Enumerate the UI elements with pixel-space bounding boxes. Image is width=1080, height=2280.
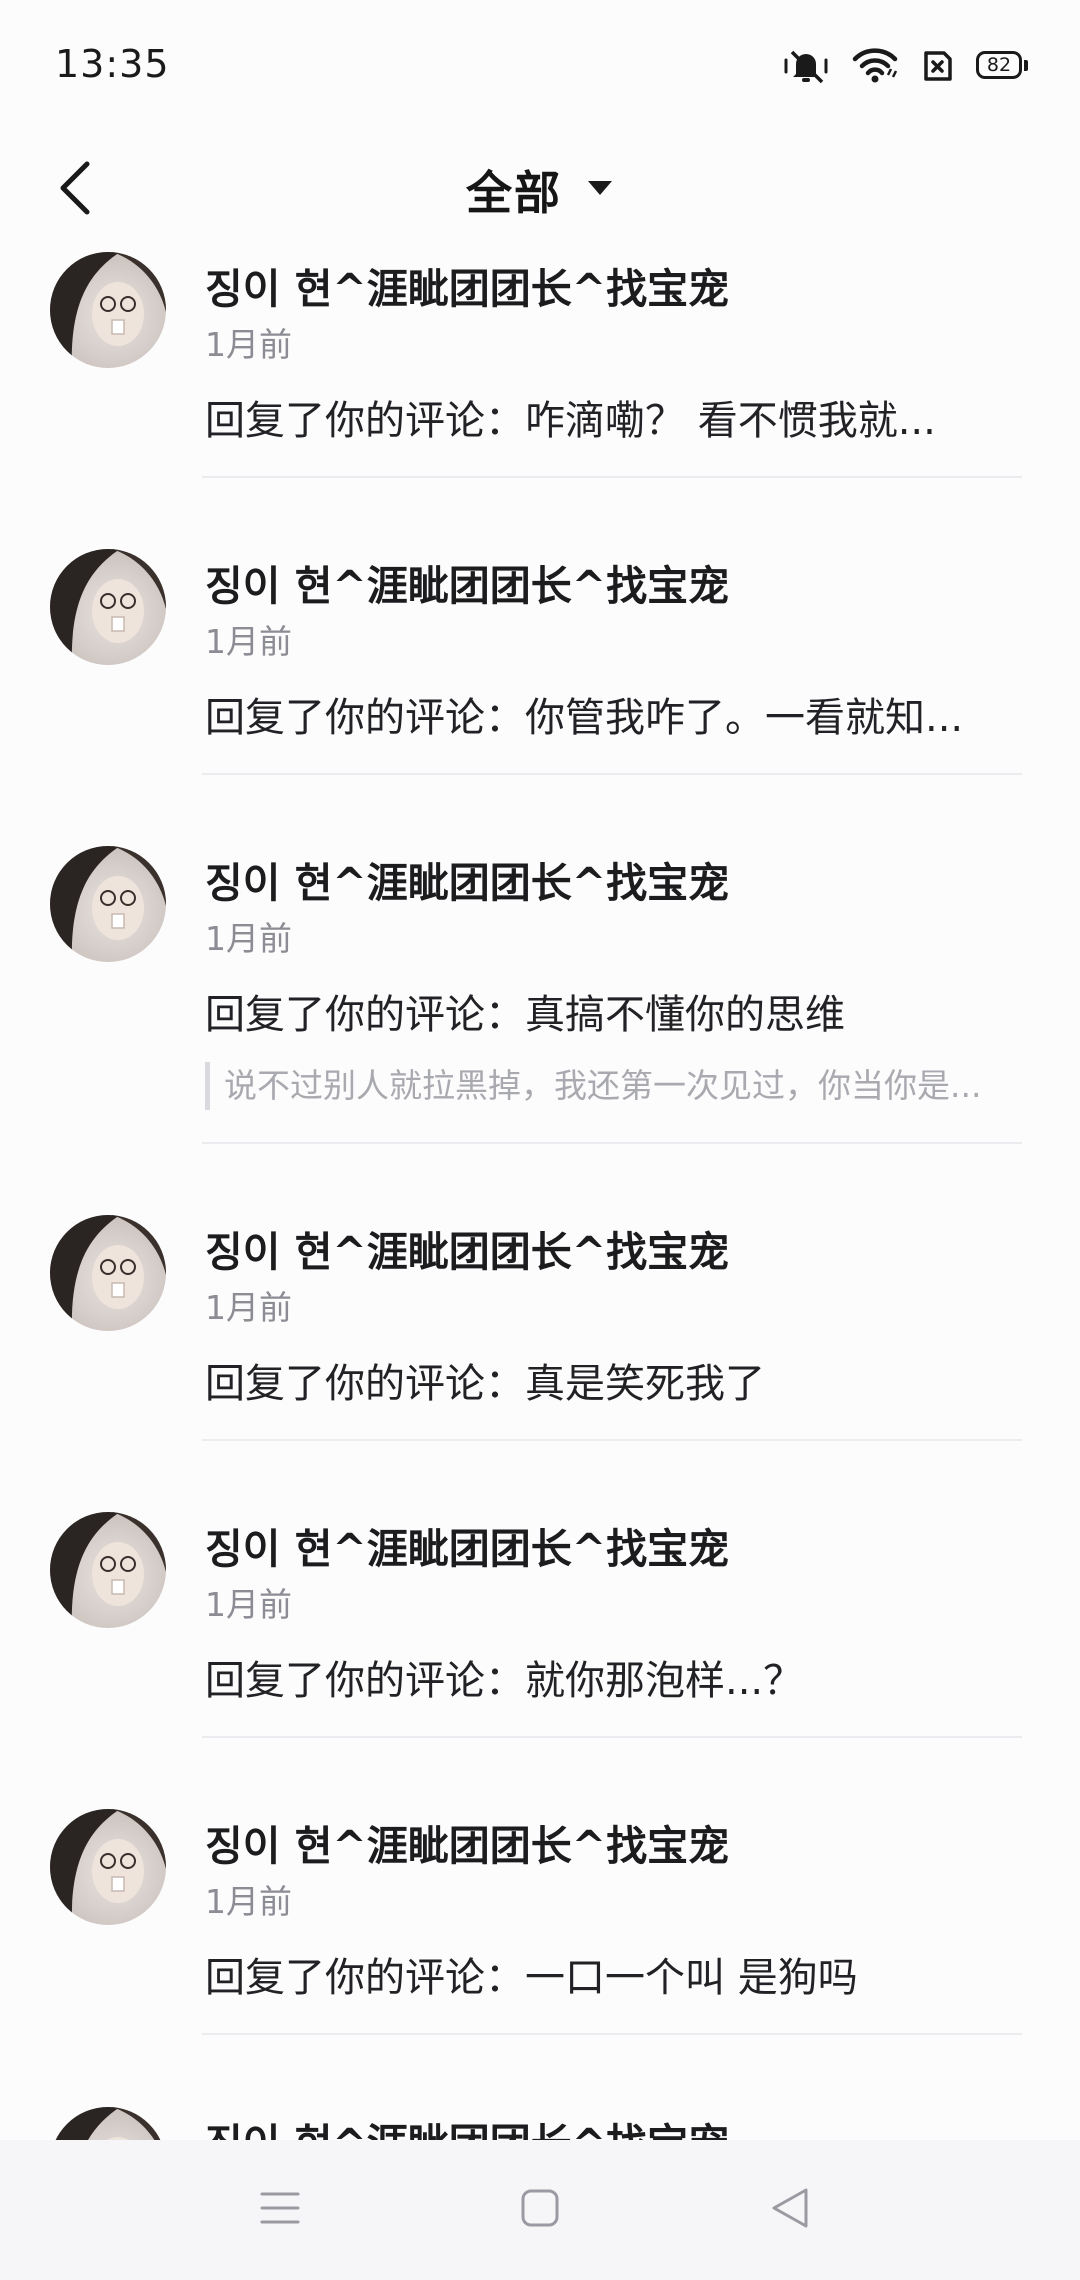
status-bar: 13:35 82 <box>0 0 1080 130</box>
reply-text: 回复了你的评论：真搞不懂你的思维 <box>205 992 845 1038</box>
system-nav-bar <box>0 2140 1080 2280</box>
page-title: 全部 <box>466 166 562 220</box>
caret-down-icon <box>586 179 614 201</box>
timestamp: 1月前 <box>205 919 292 958</box>
divider <box>202 1736 1022 1738</box>
timestamp: 1月前 <box>205 325 292 364</box>
username[interactable]: 징이 현^涯眦团团长^找宝宠 <box>205 1812 729 1872</box>
notification-item[interactable]: 징이 현^涯眦团团长^找宝宠 1月前 回复了你的评论：真是笑死我了 <box>0 1213 1080 1443</box>
reply-text: 回复了你的评论：真是笑死我了 <box>205 1361 765 1407</box>
battery-level: 82 <box>986 54 1012 76</box>
notification-item[interactable]: 징이 현^涯眦团团长^找宝宠 1月前 回复了你的评论：就你那泡样...？ <box>0 1510 1080 1740</box>
timestamp: 1月前 <box>205 1585 292 1624</box>
mute-vibrate-icon <box>782 46 830 86</box>
divider <box>202 476 1022 478</box>
username[interactable]: 징이 현^涯眦团团长^找宝宠 <box>205 2110 729 2140</box>
status-time: 13:35 <box>55 42 170 86</box>
avatar[interactable] <box>50 2107 166 2140</box>
status-icons: 82 <box>782 44 1028 88</box>
username[interactable]: 징이 현^涯眦团团长^找宝宠 <box>205 255 729 315</box>
notification-item[interactable]: 징이 현^涯眦团团长^找宝宠 <box>0 2105 1080 2140</box>
header: 全部 <box>0 130 1080 250</box>
home-square-icon <box>520 2188 560 2232</box>
avatar[interactable] <box>50 846 166 962</box>
menu-button[interactable] <box>250 2180 310 2240</box>
notification-item[interactable]: 징이 현^涯眦团团长^找宝宠 1月前 回复了你的评论：一口一个叫 是狗吗 <box>0 1807 1080 2037</box>
reply-text: 回复了你的评论：你管我咋了。一看就知... <box>205 695 964 741</box>
username[interactable]: 징이 현^涯眦团团长^找宝宠 <box>205 552 729 612</box>
back-triangle-icon <box>770 2186 810 2234</box>
divider <box>202 1142 1022 1144</box>
timestamp: 1月前 <box>205 1288 292 1327</box>
notification-item[interactable]: 징이 현^涯眦团团长^找宝宠 1月前 回复了你的评论：真搞不懂你的思维 说不过别… <box>0 844 1080 1144</box>
notification-item[interactable]: 징이 현^涯眦团团长^找宝宠 1月前 回复了你的评论：你管我咋了。一看就知... <box>0 547 1080 777</box>
avatar[interactable] <box>50 252 166 368</box>
username[interactable]: 징이 현^涯眦团团长^找宝宠 <box>205 849 729 909</box>
notification-item[interactable]: 징이 현^涯眦团团长^找宝宠 1月前 回复了你的评论：咋滴嘞？ 看不惯我就... <box>0 250 1080 480</box>
avatar[interactable] <box>50 549 166 665</box>
wifi-icon <box>852 47 898 85</box>
sim-off-icon <box>920 49 954 83</box>
divider <box>202 2033 1022 2035</box>
reply-text: 回复了你的评论：就你那泡样...？ <box>205 1658 804 1704</box>
timestamp: 1月前 <box>205 1882 292 1921</box>
menu-icon <box>260 2190 300 2230</box>
avatar[interactable] <box>50 1512 166 1628</box>
username[interactable]: 징이 현^涯眦团团长^找宝宠 <box>205 1515 729 1575</box>
avatar[interactable] <box>50 1809 166 1925</box>
chevron-left-icon <box>57 160 93 220</box>
avatar[interactable] <box>50 1215 166 1331</box>
notification-list[interactable]: 징이 현^涯眦团团长^找宝宠 1月前 回复了你的评论：咋滴嘞？ 看不惯我就...… <box>0 250 1080 2140</box>
timestamp: 1月前 <box>205 622 292 661</box>
divider <box>202 1439 1022 1441</box>
username[interactable]: 징이 현^涯眦团团长^找宝宠 <box>205 1218 729 1278</box>
battery-icon: 82 <box>976 51 1028 81</box>
filter-dropdown[interactable]: 全部 <box>0 130 1080 250</box>
back-button[interactable] <box>40 140 110 240</box>
system-back-button[interactable] <box>760 2180 820 2240</box>
reply-text: 回复了你的评论：咋滴嘞？ 看不惯我就... <box>205 398 936 444</box>
divider <box>202 773 1022 775</box>
reply-text: 回复了你的评论：一口一个叫 是狗吗 <box>205 1955 858 2001</box>
home-button[interactable] <box>510 2180 570 2240</box>
quoted-comment: 说不过别人就拉黑掉，我还第一次见过，你当你是... <box>205 1062 1030 1110</box>
